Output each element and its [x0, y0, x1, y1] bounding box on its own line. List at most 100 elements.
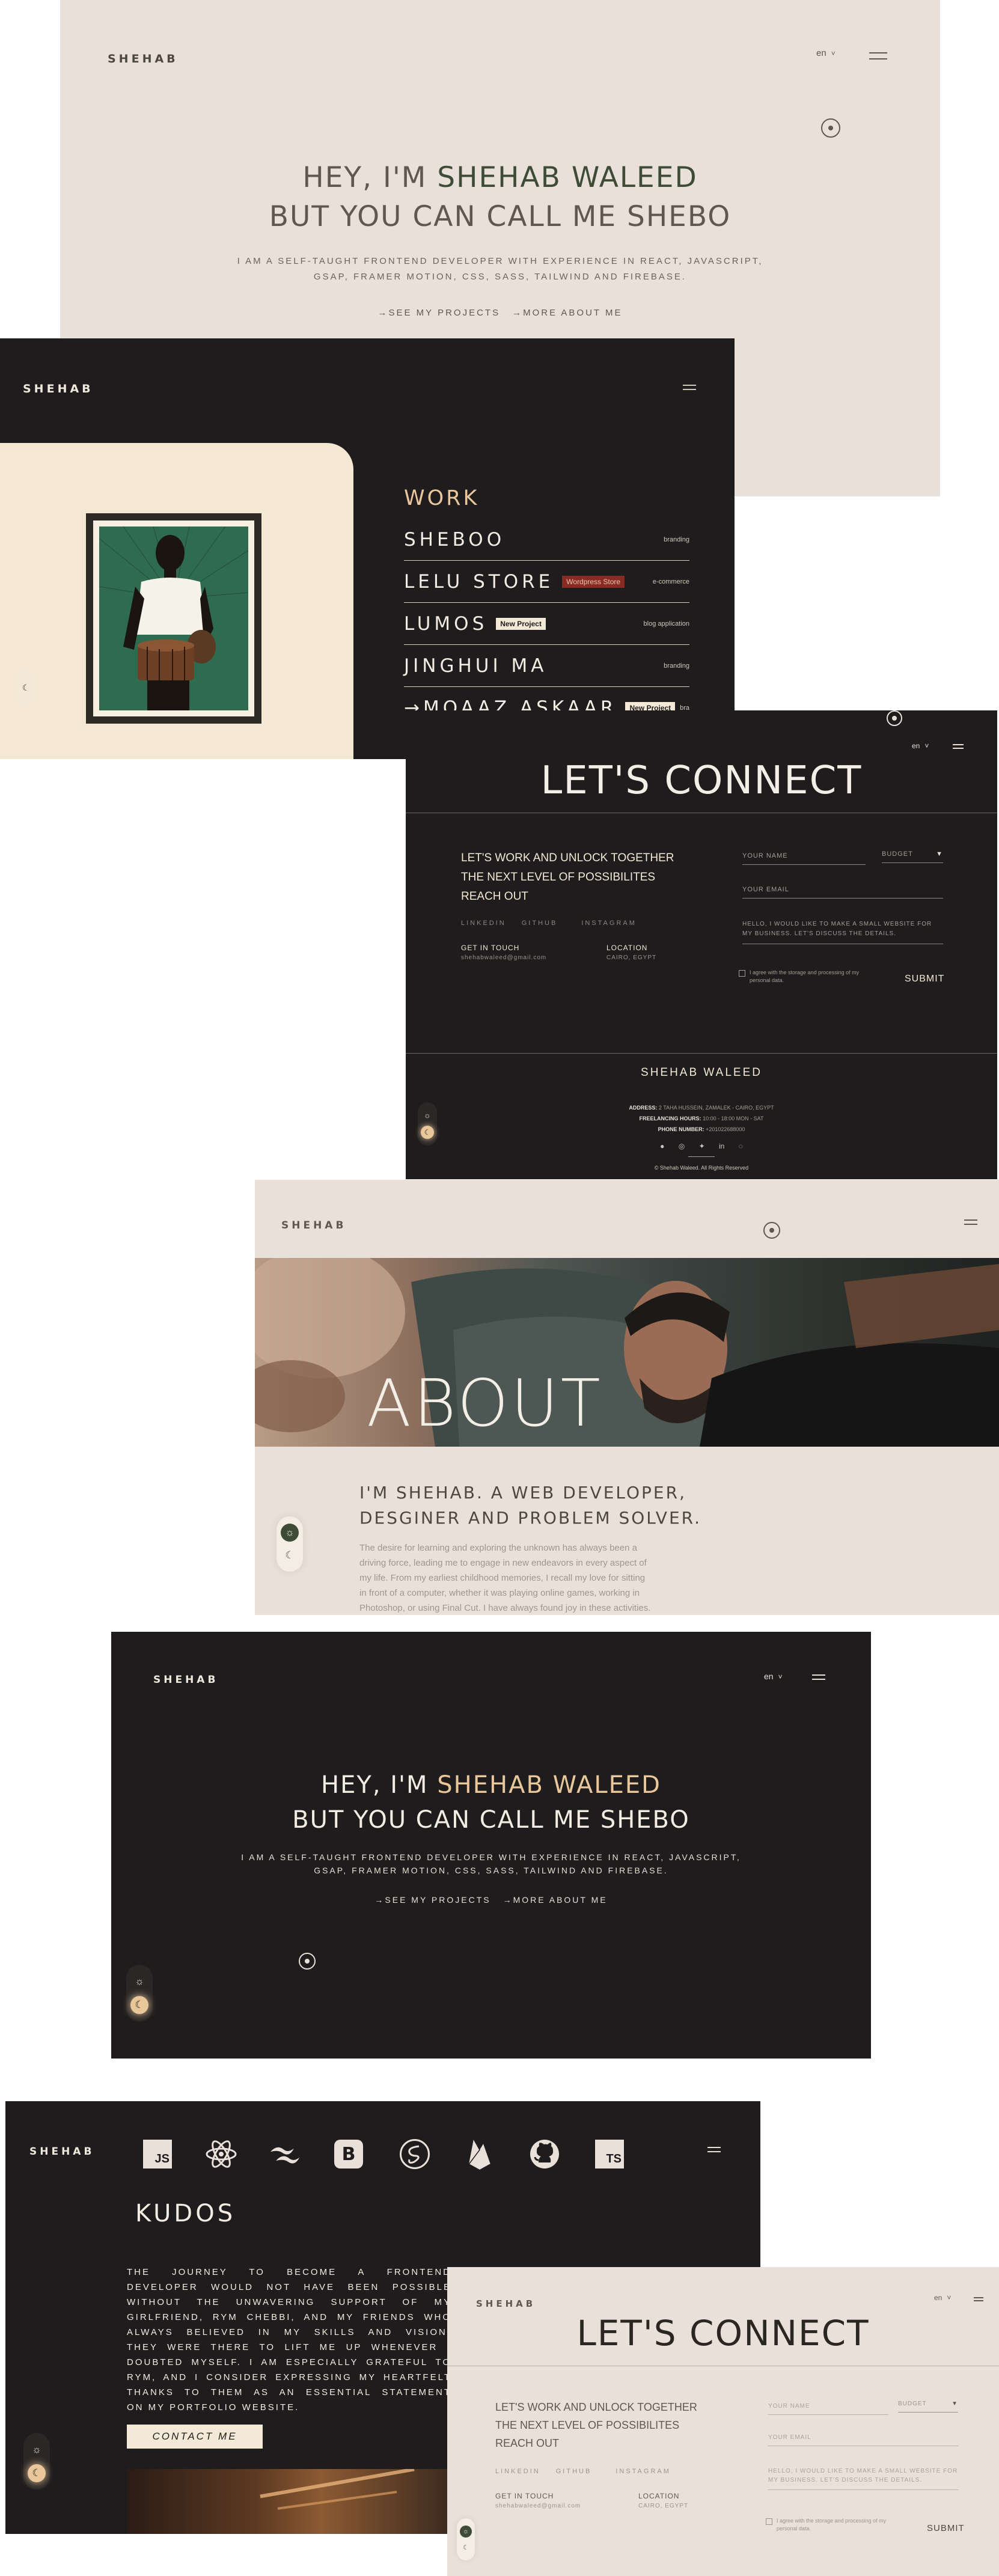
hero-line-2: BUT YOU CAN CALL ME SHEBO [269, 200, 732, 233]
footer-divider [406, 1053, 997, 1054]
logo[interactable]: SHEHAB [23, 382, 94, 395]
consent-label: I agree with the storage and processing … [750, 969, 860, 983]
work-screenshot: SHEHAB ☾ WORK SHEBOO branding LELU STORE… [0, 338, 735, 759]
artwork-frame [86, 513, 261, 724]
email-input[interactable]: YOUR EMAIL [768, 2434, 958, 2446]
chevron-down-icon: ˅ [778, 1673, 783, 1681]
moon-icon[interactable]: ☾ [281, 1546, 299, 1564]
theme-toggle[interactable]: ☼ ☾ [126, 1965, 153, 2021]
message-input[interactable]: HELLO, I WOULD LIKE TO MAKE A SMALL WEBS… [742, 920, 943, 944]
name-input[interactable]: YOUR NAME [742, 852, 866, 865]
theme-toggle[interactable]: ☼ ☾ [457, 2518, 475, 2560]
linkedin-link[interactable]: LINKEDIN [461, 920, 506, 927]
cursor-icon [887, 710, 902, 726]
kudos-paragraph: THE JOURNEY TO BECOME A FRONTEND DEVELOPE… [127, 2267, 451, 2413]
contact-me-button[interactable]: CONTACT ME [127, 2425, 263, 2449]
menu-icon[interactable] [869, 52, 887, 60]
menu-icon[interactable] [974, 2297, 983, 2301]
see-projects-link[interactable]: →SEE MY PROJECTS [374, 1895, 490, 1905]
about-me-link[interactable]: →MORE ABOUT ME [512, 308, 622, 318]
sass-icon [399, 2138, 430, 2170]
get-in-touch: GET IN TOUCH shehabwaleed@gmail.com [461, 944, 547, 961]
twitter-icon[interactable]: ✦ [699, 1142, 705, 1150]
linkedin-icon[interactable]: in [719, 1142, 724, 1150]
consent-checkbox[interactable] [766, 2518, 772, 2525]
work-item[interactable]: LELU STORE Wordpress Store e-commerce [404, 561, 689, 603]
menu-icon[interactable] [964, 1219, 977, 1225]
hero-subtitle: I AM A SELF-TAUGHT FRONTEND DEVELOPER WI… [241, 1852, 741, 1875]
footer-info: ADDRESS: 2 TAHA HUSSEIN, ZAMALEK - CAIRO… [629, 1105, 774, 1132]
language-selector[interactable]: en ˅ [816, 48, 836, 58]
menu-icon[interactable] [953, 744, 964, 749]
hero-line-1: HEY, I'M SHEHAB WALEED [302, 161, 698, 194]
menu-icon[interactable] [812, 1674, 825, 1680]
about-heading: ABOUT [367, 1366, 603, 1441]
budget-select[interactable]: BUDGET ▼ [898, 2401, 958, 2413]
connect-light-screenshot: SHEHAB en ˅ LET'S CONNECT LET'S WORK AND … [447, 2267, 999, 2576]
submit-button[interactable]: SUBMIT [905, 974, 944, 984]
logo[interactable]: SHEHAB [108, 52, 179, 66]
moon-icon[interactable]: ☾ [130, 1995, 148, 2014]
chevron-down-icon: ˅ [947, 2294, 952, 2302]
work-item[interactable]: JINGHUI MA branding [404, 645, 689, 687]
instagram-link[interactable]: INSTAGRAM [581, 920, 637, 927]
footer-line [688, 1156, 715, 1157]
sun-icon[interactable]: ☼ [460, 2525, 472, 2538]
work-item[interactable]: SHEBOO branding [404, 519, 689, 561]
language-selector[interactable]: en ˅ [764, 1671, 783, 1681]
facebook-icon[interactable]: ● [660, 1142, 664, 1150]
hero-links: →SEE MY PROJECTS →MORE ABOUT ME [60, 308, 940, 318]
connect-intro: LET'S WORK AND UNLOCK TOGETHER THE NEXT L… [461, 852, 674, 903]
work-item[interactable]: LUMOS New Project blog application [404, 603, 689, 645]
language-selector[interactable]: en ˅ [934, 2294, 951, 2302]
see-projects-link[interactable]: →SEE MY PROJECTS [377, 308, 500, 318]
sun-icon[interactable]: ☼ [281, 1524, 299, 1542]
submit-button[interactable]: SUBMIT [927, 2523, 965, 2533]
logo[interactable]: SHEHAB [153, 1674, 218, 1686]
typescript-icon: TS [594, 2138, 625, 2170]
tag-badge: New Project [496, 617, 546, 630]
connect-intro: LET'S WORK AND UNLOCK TOGETHER THE NEXT L… [495, 2401, 697, 2449]
moon-icon[interactable]: ☾ [28, 2464, 46, 2482]
message-input[interactable]: HELLO, I WOULD LIKE TO MAKE A SMALL WEBS… [768, 2467, 958, 2490]
moon-icon[interactable]: ☾ [460, 2542, 472, 2554]
bootstrap-icon: B [333, 2138, 364, 2170]
sun-icon[interactable]: ☼ [130, 1973, 148, 1991]
cursor-icon [821, 118, 840, 138]
menu-icon[interactable] [707, 2147, 721, 2152]
social-links: LINKEDIN GITHUB INSTAGRAM [495, 2468, 671, 2475]
consent-checkbox[interactable] [739, 970, 745, 977]
github-link[interactable]: GITHUB [556, 2468, 592, 2475]
moon-icon[interactable]: ☾ [19, 680, 33, 695]
logo[interactable]: SHEHAB [29, 2146, 94, 2158]
menu-icon[interactable] [683, 385, 696, 390]
tag-badge: Wordpress Store [562, 575, 625, 588]
theme-toggle[interactable]: ☼ ☾ [276, 1516, 303, 1572]
connect-dark-screenshot: en ˅ LET'S CONNECT LET'S WORK AND UNLOCK … [406, 710, 997, 1179]
theme-toggle[interactable]: ☼ ☾ [418, 1102, 437, 1146]
github-link[interactable]: GITHUB [522, 920, 558, 927]
theme-toggle[interactable]: ☾ [16, 668, 36, 707]
language-selector[interactable]: en ˅ [912, 742, 929, 750]
social-links: LINKEDIN GITHUB INSTAGRAM [461, 920, 637, 927]
firebase-icon [464, 2138, 495, 2170]
moon-icon[interactable]: ☾ [421, 1125, 434, 1139]
theme-toggle[interactable]: ☼ ☾ [23, 2433, 50, 2489]
footer-social-icons: ● ◎ ✦ in ◌ [406, 1142, 997, 1150]
instagram-icon[interactable]: ◎ [679, 1142, 685, 1150]
chevron-down-icon: ˅ [924, 742, 929, 750]
sun-icon[interactable]: ☼ [421, 1109, 433, 1122]
javascript-icon: JS [142, 2138, 173, 2170]
email-input[interactable]: YOUR EMAIL [742, 886, 943, 899]
about-title: I'M SHEHAB. A WEB DEVELOPER, DESGINER AND… [359, 1483, 702, 1528]
chevron-down-icon: ˅ [831, 49, 836, 58]
github-icon[interactable]: ◌ [739, 1142, 743, 1150]
logo[interactable]: SHEHAB [476, 2298, 536, 2309]
instagram-link[interactable]: INSTAGRAM [616, 2468, 671, 2475]
about-me-link[interactable]: →MORE ABOUT ME [503, 1895, 608, 1905]
name-input[interactable]: YOUR NAME [768, 2403, 888, 2415]
linkedin-link[interactable]: LINKEDIN [495, 2468, 540, 2475]
budget-select[interactable]: BUDGET ▼ [882, 850, 943, 863]
sun-icon[interactable]: ☼ [28, 2441, 46, 2459]
logo[interactable]: SHEHAB [281, 1219, 346, 1232]
